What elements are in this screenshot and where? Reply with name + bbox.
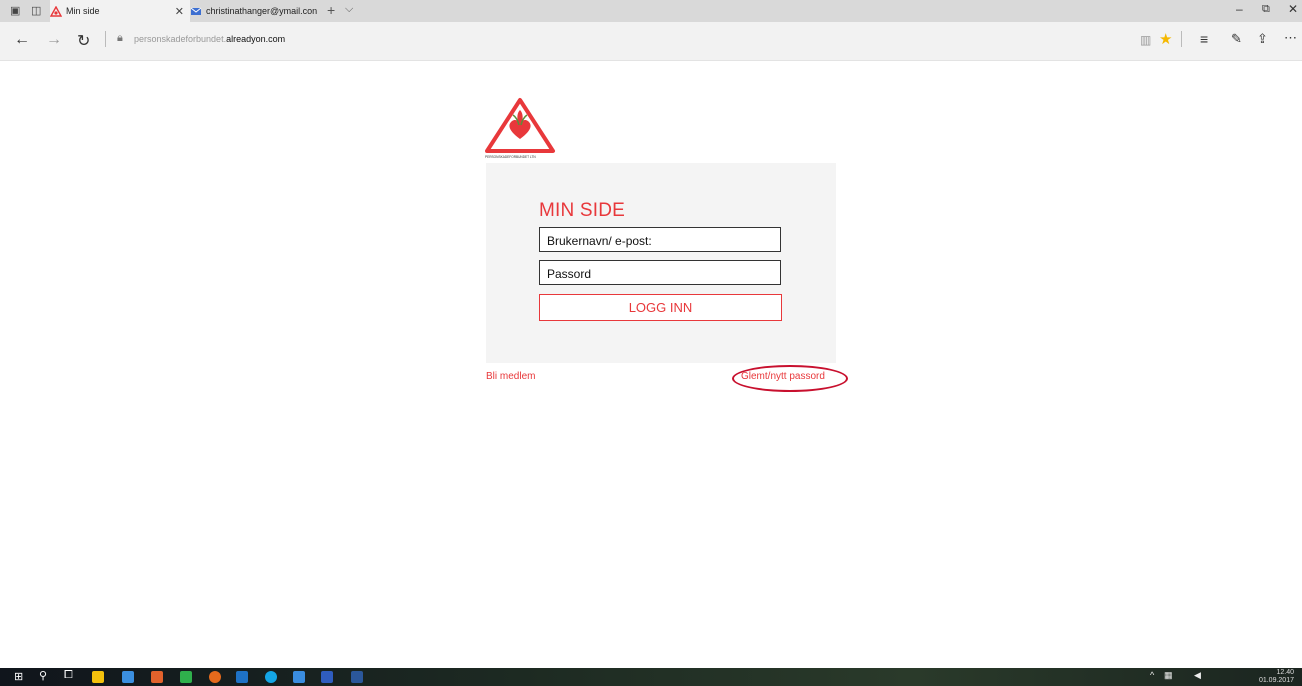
volume-icon[interactable]: ◀: [1194, 670, 1201, 681]
minimize-icon[interactable]: –: [1236, 2, 1243, 16]
windows-start-icon[interactable]: ⊞: [14, 670, 23, 683]
favorite-star-icon[interactable]: ★: [1159, 30, 1172, 48]
clock-date: 01.09.2017: [1258, 677, 1294, 684]
app-icon[interactable]: [180, 671, 192, 683]
username-field[interactable]: Brukernavn/ e-post:: [539, 227, 781, 252]
new-tab-icon[interactable]: +: [327, 2, 335, 18]
forward-icon[interactable]: →: [46, 31, 62, 49]
word-icon[interactable]: [351, 671, 363, 683]
page-title: MIN SIDE: [539, 200, 626, 221]
taskbar: [0, 668, 1302, 686]
file-explorer-icon[interactable]: [122, 671, 134, 683]
sticky-notes-icon[interactable]: [92, 671, 104, 683]
divider: [1181, 31, 1182, 47]
tab-label: christinathanger@ymail.con: [206, 6, 318, 16]
logo-wordmark: PERSONSKADEFORBUNDET LTN: [485, 155, 536, 159]
close-tab-icon[interactable]: ✕: [175, 5, 184, 18]
hub-icon[interactable]: ≡: [1200, 31, 1208, 47]
restore-icon[interactable]: ⧉: [1262, 3, 1270, 16]
tab-mail[interactable]: christinathanger@ymail.con: [190, 0, 324, 22]
url-domain: alreadyon.com: [226, 34, 286, 44]
app-icon[interactable]: [151, 671, 163, 683]
back-icon[interactable]: ←: [14, 31, 30, 49]
outlook-icon[interactable]: [236, 671, 248, 683]
clock[interactable]: 12.40 01.09.2017: [1259, 669, 1294, 685]
join-link[interactable]: Bli medlem: [486, 371, 535, 382]
web-note-icon[interactable]: ✎: [1231, 31, 1242, 47]
address-bar[interactable]: personskadeforbundet.alreadyon.com: [134, 34, 285, 44]
firefox-icon[interactable]: [209, 671, 221, 683]
close-window-icon[interactable]: ✕: [1288, 2, 1298, 16]
tab-label: Min side: [66, 6, 100, 16]
refresh-icon[interactable]: ↻: [77, 31, 90, 51]
reading-view-icon[interactable]: ▥: [1140, 33, 1151, 47]
mail-favicon-icon: [190, 7, 202, 15]
clock-time: 12.40: [1276, 669, 1294, 676]
share-icon[interactable]: ⇪: [1257, 31, 1268, 47]
url-prefix: personskadeforbundet.: [134, 34, 227, 44]
task-view-icon[interactable]: ⧠: [64, 669, 73, 682]
network-icon[interactable]: ▦: [1164, 670, 1173, 681]
annotation-circle: [732, 365, 848, 392]
site-logo: PERSONSKADEFORBUNDET LTN: [485, 98, 555, 159]
app-icon[interactable]: [321, 671, 333, 683]
search-icon[interactable]: ⚲: [39, 669, 47, 682]
login-button[interactable]: LOGG INN: [539, 294, 782, 321]
tray-chevron-icon[interactable]: ^: [1150, 670, 1154, 680]
more-icon[interactable]: ⋯: [1284, 30, 1297, 46]
lock-icon: 🔒︎: [117, 32, 123, 44]
divider: [105, 31, 106, 47]
edge-icon[interactable]: [293, 671, 305, 683]
skype-icon[interactable]: [265, 671, 277, 683]
site-favicon-icon: [50, 5, 62, 17]
tab-manager-icon[interactable]: ▣: [10, 4, 20, 17]
set-aside-tabs-icon[interactable]: ◫: [31, 4, 41, 17]
tab-min-side[interactable]: Min side ✕: [50, 0, 190, 22]
chevron-down-icon[interactable]: ⌵: [345, 3, 353, 16]
password-field[interactable]: Passord: [539, 260, 781, 285]
